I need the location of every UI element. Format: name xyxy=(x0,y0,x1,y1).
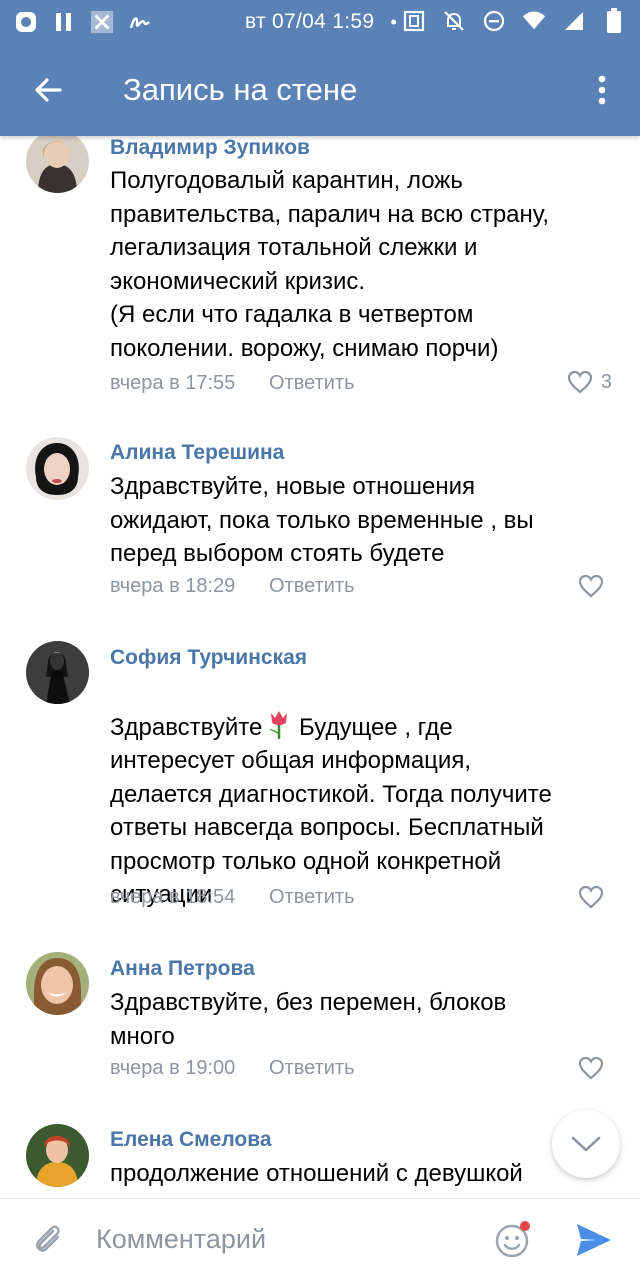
status-dot: • xyxy=(390,12,398,32)
tulip-emoji-icon xyxy=(266,709,292,739)
comment-author[interactable]: Алина Терешина xyxy=(110,441,284,465)
screenshot-icon xyxy=(402,9,426,33)
comment-time: вчера в 18:29 xyxy=(110,575,236,597)
reply-button[interactable]: Ответить xyxy=(269,372,355,395)
like-button[interactable]: 3 xyxy=(567,370,612,394)
like-button[interactable] xyxy=(578,885,612,909)
datetime-text: вт 07/04 1:59 xyxy=(245,10,375,33)
chevron-down-icon xyxy=(571,1136,601,1152)
avatar[interactable] xyxy=(26,641,89,704)
status-bar: вт 07/04 1:59 • xyxy=(0,0,640,44)
scroll-down-button[interactable] xyxy=(552,1110,620,1178)
heart-icon xyxy=(578,885,604,909)
like-button[interactable] xyxy=(578,574,612,598)
like-button[interactable] xyxy=(578,1056,612,1080)
more-vertical-icon xyxy=(598,75,606,105)
send-icon xyxy=(577,1224,611,1256)
avatar[interactable] xyxy=(26,437,89,500)
avatar[interactable] xyxy=(26,136,89,193)
pause-icon xyxy=(52,10,76,34)
arrow-left-icon xyxy=(35,78,62,102)
comment-time: вчера в 18:54 xyxy=(110,886,236,908)
signature-icon xyxy=(128,10,152,34)
avatar[interactable] xyxy=(26,1124,89,1187)
heart-icon xyxy=(578,574,604,598)
reply-button[interactable]: Ответить xyxy=(269,886,355,909)
comments-feed[interactable]: Владимир Зупиков Полугодовалый карантин,… xyxy=(0,136,640,1198)
comment-input[interactable] xyxy=(96,1219,466,1259)
reply-button[interactable]: Ответить xyxy=(269,575,355,598)
comment-text-rest: Будущее , где интересует общая информаци… xyxy=(110,713,552,909)
comment-author[interactable]: София Турчинская xyxy=(110,646,307,670)
heart-icon xyxy=(567,370,592,394)
heart-icon xyxy=(578,1056,604,1080)
reply-button[interactable]: Ответить xyxy=(269,1057,355,1080)
comment-text: Полугодовалый карантин, ложь правительст… xyxy=(110,167,550,362)
notification-badge xyxy=(520,1221,530,1231)
page-title: Запись на стене xyxy=(123,72,358,107)
emoji-button[interactable] xyxy=(493,1220,533,1260)
close-box-icon xyxy=(90,10,114,34)
paperclip-icon xyxy=(36,1225,60,1252)
attach-button[interactable] xyxy=(28,1219,68,1259)
cellular-signal-icon xyxy=(562,9,586,33)
comment-text: Здравствуйте, без перемен, блоков много xyxy=(110,989,507,1050)
more-options-button[interactable] xyxy=(588,70,616,110)
comment-text: Здравствуйте, новые отношения ожидают, п… xyxy=(110,473,534,567)
comment-author[interactable]: Анна Петрова xyxy=(110,957,255,981)
comment-text: продолжение отношений с девушкой xyxy=(110,1160,523,1187)
status-bar-notification-icons xyxy=(14,10,152,34)
back-button[interactable] xyxy=(28,70,68,110)
comment-time: вчера в 17:55 xyxy=(110,372,236,394)
avatar[interactable] xyxy=(26,952,89,1015)
app-header: Запись на стене xyxy=(0,44,640,136)
comment-author[interactable]: Елена Смелова xyxy=(110,1128,272,1152)
status-bar-system-icons xyxy=(402,8,626,33)
comment-text-start: Здравствуйте xyxy=(110,713,263,741)
comment-author[interactable]: Владимир Зупиков xyxy=(110,136,310,160)
smiley-icon xyxy=(495,1221,530,1258)
comment-time: вчера в 19:00 xyxy=(110,1057,236,1079)
wifi-icon xyxy=(522,9,546,33)
do-not-disturb-icon xyxy=(482,9,506,33)
comment-input-bar xyxy=(0,1198,640,1280)
battery-icon xyxy=(602,8,626,33)
app-notification-icon xyxy=(14,10,38,34)
comment-text: Здравствуйте Будущее , где интересует об… xyxy=(110,675,610,912)
status-bar-datetime: вт 07/04 1:59 • xyxy=(245,10,397,34)
like-count: 3 xyxy=(600,370,612,393)
notifications-off-icon xyxy=(442,9,466,33)
send-button[interactable] xyxy=(574,1220,614,1260)
